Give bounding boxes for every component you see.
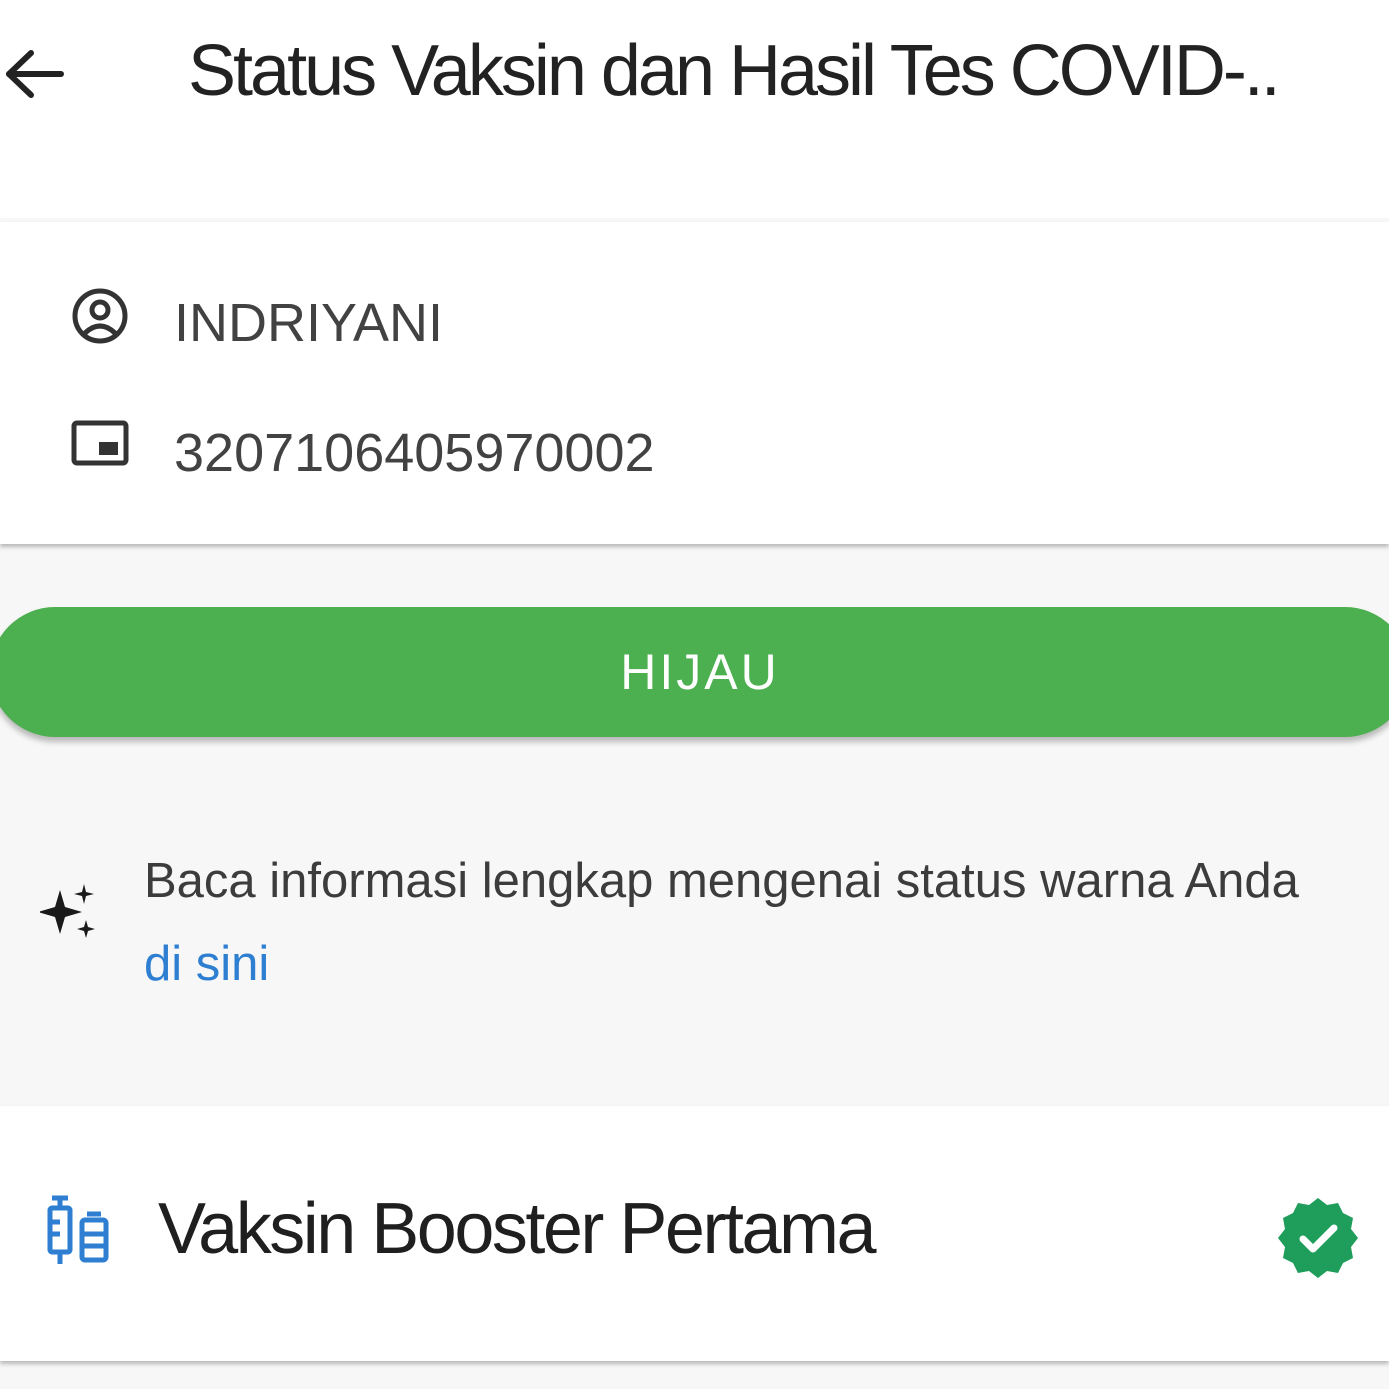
nik-number: 3207106405970002: [174, 423, 655, 483]
name-row: INDRIYANI: [0, 274, 1389, 364]
info-link[interactable]: di sini: [144, 937, 269, 991]
user-name: INDRIYANI: [174, 293, 444, 353]
info-text: Baca informasi lengkap mengenai status w…: [144, 840, 1344, 1006]
user-circle-icon: [72, 288, 128, 344]
vaccine-title: Vaksin Booster Pertama: [158, 1189, 877, 1269]
page-title: Status Vaksin dan Hasil Tes COVID-..: [188, 31, 1281, 111]
info-message: Baca informasi lengkap mengenai status w…: [144, 854, 1299, 908]
identity-card: INDRIYANI 3207106405970002: [0, 222, 1389, 544]
vaccine-syringe-icon: [47, 1195, 109, 1264]
arrow-left-icon: [6, 50, 64, 98]
status-color-badge: HIJAU: [0, 607, 1389, 737]
app-header: Status Vaksin dan Hasil Tes COVID-..: [0, 0, 1389, 218]
check-badge-icon: [1278, 1198, 1358, 1278]
id-card-icon: [71, 420, 129, 466]
vaccine-card[interactable]: Vaksin Booster Pertama: [0, 1106, 1389, 1361]
sparkle-icon: [40, 884, 95, 938]
info-section: Baca informasi lengkap mengenai status w…: [0, 760, 1389, 1100]
back-button[interactable]: [0, 38, 70, 110]
nik-row: 3207106405970002: [0, 404, 1389, 494]
